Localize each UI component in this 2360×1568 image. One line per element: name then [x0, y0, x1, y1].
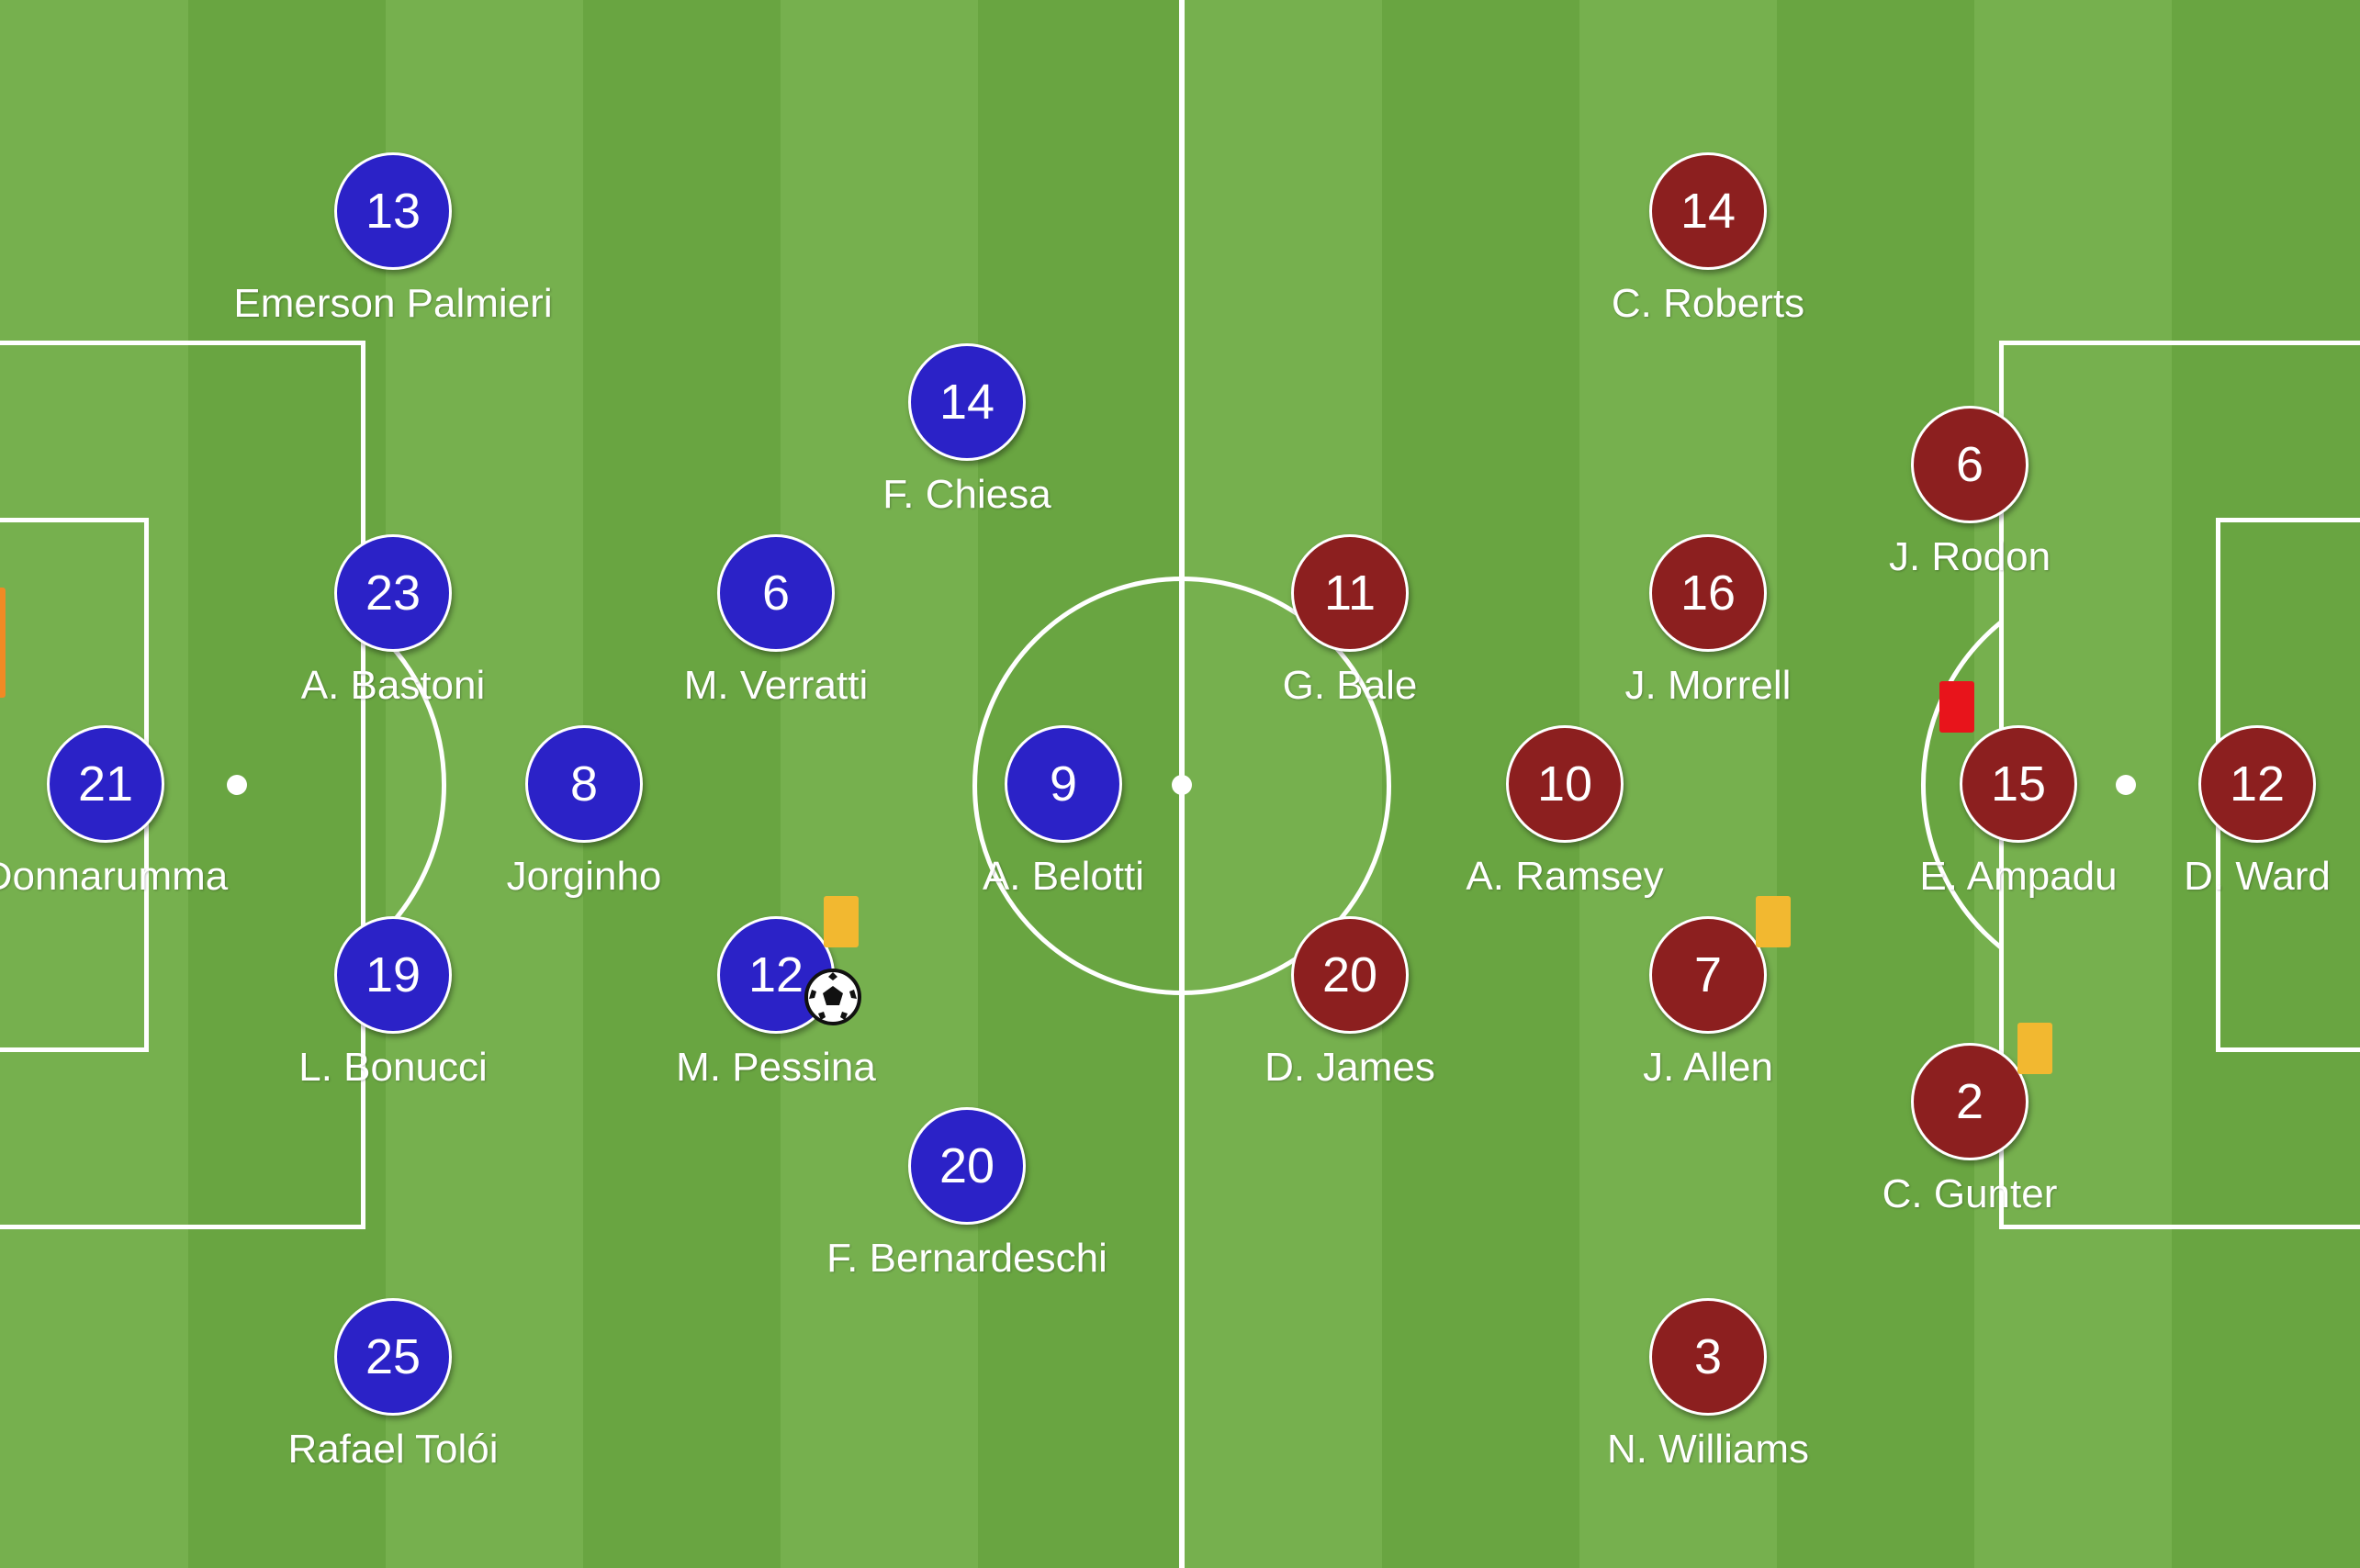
player-number-badge: 14	[908, 343, 1026, 461]
player-name: A. Ramsey	[1466, 854, 1664, 899]
player-number-badge: 8	[525, 725, 643, 843]
player-number-badge: 23	[334, 534, 452, 652]
away-player[interactable]: 11 G. Bale	[1212, 534, 1488, 718]
player-number-badge: 19	[334, 916, 452, 1034]
player-name: M. Verratti	[683, 663, 869, 708]
away-player[interactable]: 14 C. Roberts	[1570, 152, 1846, 336]
soccer-ball-icon	[804, 969, 861, 1025]
player-number-badge: 6	[1911, 406, 2028, 523]
home-player[interactable]: 12 M. Pessina	[638, 896, 914, 1100]
player-name: F. Chiesa	[882, 472, 1051, 517]
player-number-badge: 10	[1506, 725, 1624, 843]
player-number-badge: 20	[908, 1107, 1026, 1225]
player-name: M. Pessina	[676, 1045, 876, 1090]
player-number-badge: 12	[2198, 725, 2316, 843]
player-number-badge: 7	[1649, 916, 1767, 1034]
orange-card-icon	[0, 588, 6, 698]
player-name: D. Ward	[2184, 854, 2331, 899]
player-number-badge: 25	[334, 1298, 452, 1416]
player-number-badge: 14	[1649, 152, 1767, 270]
player-number-badge: 6	[717, 534, 835, 652]
player-number-badge: 16	[1649, 534, 1767, 652]
player-name: F. Bernardeschi	[826, 1236, 1107, 1281]
player-name: A. Bastoni	[300, 663, 486, 708]
player-number-badge: 15	[1960, 725, 2077, 843]
player-number-badge: 13	[334, 152, 452, 270]
player-name: J. Allen	[1643, 1045, 1773, 1090]
home-player[interactable]: 6 M. Verratti	[638, 534, 914, 718]
player-number-badge: 11	[1291, 534, 1409, 652]
home-player[interactable]: 21 Donnarumma	[0, 725, 243, 909]
home-player[interactable]: 8 Jorginho	[446, 725, 722, 909]
home-player[interactable]: 20 F. Bernardeschi	[826, 1107, 1107, 1291]
player-name: G. Bale	[1282, 663, 1418, 708]
home-player[interactable]: 9 A. Belotti	[926, 725, 1201, 909]
away-player[interactable]: 10 A. Ramsey	[1427, 725, 1703, 909]
player-name: D. James	[1264, 1045, 1435, 1090]
football-pitch: 13 Emerson Palmieri 14 F. Chiesa 23 A. B…	[0, 0, 2360, 1568]
away-player[interactable]: 7 J. Allen	[1570, 896, 1846, 1100]
player-name: A. Belotti	[982, 854, 1145, 899]
player-name: Donnarumma	[0, 854, 229, 899]
home-player[interactable]: 13 Emerson Palmieri	[233, 152, 553, 336]
player-name: J. Rodon	[1888, 534, 2051, 579]
yellow-card-icon	[2017, 1023, 2052, 1074]
away-player[interactable]: 12 D. Ward	[2119, 725, 2360, 909]
home-player[interactable]: 19 L. Bonucci	[255, 916, 531, 1100]
player-number-badge: 3	[1649, 1298, 1767, 1416]
away-player[interactable]: 16 J. Morrell	[1570, 534, 1846, 718]
player-name: N. Williams	[1607, 1427, 1809, 1472]
player-name: Jorginho	[506, 854, 662, 899]
away-player[interactable]: 3 N. Williams	[1570, 1298, 1846, 1482]
player-name: Rafael Tolói	[287, 1427, 499, 1472]
away-player[interactable]: 2 C. Gunter	[1832, 1023, 2107, 1226]
yellow-card-icon	[824, 896, 859, 947]
player-name: C. Gunter	[1882, 1171, 2058, 1216]
player-name: J. Morrell	[1624, 663, 1792, 708]
home-player[interactable]: 14 F. Chiesa	[829, 343, 1105, 527]
red-card-icon	[1939, 681, 1974, 733]
player-name: L. Bonucci	[298, 1045, 488, 1090]
player-number-badge: 21	[47, 725, 164, 843]
player-name: Emerson Palmieri	[233, 281, 553, 326]
home-player[interactable]: 23 A. Bastoni	[255, 534, 531, 718]
player-number-badge: 20	[1291, 916, 1409, 1034]
home-player[interactable]: 25 Rafael Tolói	[255, 1298, 531, 1482]
player-name: C. Roberts	[1611, 281, 1805, 326]
away-player[interactable]: 20 D. James	[1212, 916, 1488, 1100]
player-number-badge: 9	[1005, 725, 1122, 843]
player-number-badge: 2	[1911, 1043, 2028, 1160]
away-player[interactable]: 6 J. Rodon	[1832, 406, 2107, 589]
yellow-card-icon	[1756, 896, 1791, 947]
